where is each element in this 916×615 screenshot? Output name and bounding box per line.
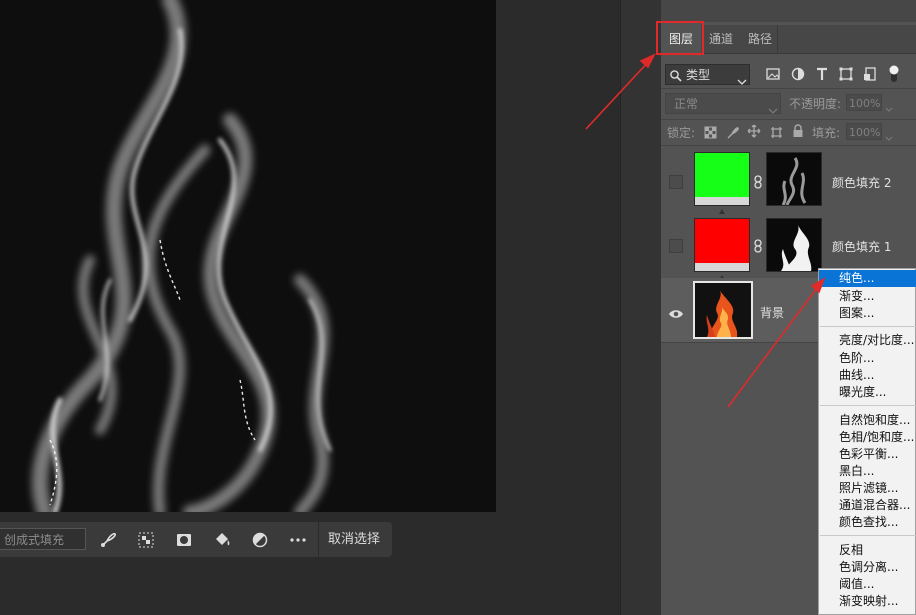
fill-label: 填充: [812,126,841,140]
search-icon [669,68,683,82]
pixel-layer-filter-icon[interactable] [765,66,781,82]
opacity-label: 不透明度: [789,97,842,111]
menu-item-color-balance[interactable]: 色彩平衡... [819,446,916,463]
menu-item-color-lookup[interactable]: 颜色查找... [819,514,916,531]
generative-fill-input[interactable]: 创成式填充 [0,528,86,550]
panel-dock-strip [620,0,662,615]
layer-name-color-fill-2[interactable]: 颜色填充 2 [832,174,891,191]
tab-channels[interactable]: 通道 [703,25,739,53]
lock-artboard-icon[interactable] [770,124,783,138]
visibility-toggle[interactable] [669,239,683,253]
tab-paths[interactable]: 路径 [742,25,778,53]
smart-object-filter-icon[interactable] [862,66,878,82]
filter-toggle-icon[interactable] [888,64,900,84]
lock-transparent-icon[interactable] [704,124,717,139]
adjustment-layer-filter-icon[interactable] [790,66,806,82]
brush-mask-icon[interactable] [98,530,118,550]
triangle-marker-icon [719,265,725,280]
tab-divider [777,25,778,53]
layer-background-thumbnail[interactable] [693,281,753,339]
menu-item-pattern[interactable]: 图案... [819,305,916,322]
menu-item-gradient-map[interactable]: 渐变映射... [819,593,916,610]
annotation-highlight-box [656,21,704,55]
adjustment-circle-icon[interactable] [250,530,270,550]
layer-mask-thumbnail[interactable] [766,152,822,206]
triangle-marker-icon [719,199,725,214]
taskbar-divider [318,522,319,557]
menu-item-curves[interactable]: 曲线... [819,367,916,384]
menu-separator [820,326,916,327]
panel-header-bar [661,0,916,22]
shape-layer-filter-icon[interactable] [838,66,854,82]
chevron-down-icon [737,71,747,85]
eye-icon[interactable] [668,305,684,318]
document-canvas[interactable] [0,0,496,512]
menu-item-gradient[interactable]: 渐变... [819,288,916,305]
divider [661,119,916,120]
menu-item-solid-color[interactable]: 纯色... [819,270,916,287]
menu-item-channel-mixer[interactable]: 通道混合器... [819,497,916,514]
smoke-flame-image [0,0,496,512]
fill-chevron-icon[interactable] [885,127,893,141]
menu-item-invert[interactable]: 反相 [819,542,916,559]
lock-position-icon[interactable] [747,123,761,138]
menu-item-vibrance[interactable]: 自然饱和度... [819,412,916,429]
opacity-input[interactable]: 100% [846,94,882,111]
mask-icon[interactable] [174,530,194,550]
link-chain-icon[interactable] [753,238,763,253]
divider [661,145,916,146]
menu-item-brightness-contrast[interactable]: 亮度/对比度... [819,332,916,349]
type-layer-filter-icon[interactable] [814,66,830,82]
paint-bucket-icon[interactable] [212,530,232,550]
menu-item-hue-saturation[interactable]: 色相/饱和度... [819,429,916,446]
menu-separator [820,405,916,406]
menu-separator [820,535,916,536]
layer-mask-thumbnail[interactable] [766,218,822,272]
visibility-toggle[interactable] [669,175,683,189]
divider [661,88,916,89]
menu-item-photo-filter[interactable]: 照片滤镜... [819,480,916,497]
menu-item-levels[interactable]: 色阶... [819,350,916,367]
link-chain-icon[interactable] [753,174,763,189]
lock-pixels-icon[interactable] [726,124,739,139]
blend-mode-select[interactable]: 正常 [665,93,781,114]
lock-all-icon[interactable] [792,123,804,137]
more-options-icon[interactable] [288,530,308,550]
fill-input[interactable]: 100% [846,123,882,140]
menu-item-posterize[interactable]: 色调分离... [819,559,916,576]
menu-item-threshold[interactable]: 阈值... [819,576,916,593]
menu-item-black-white[interactable]: 黑白... [819,463,916,480]
opacity-chevron-icon[interactable] [885,98,893,112]
deselect-button[interactable]: 取消选择 [328,522,380,557]
lock-label: 锁定: [667,126,696,140]
checker-select-icon[interactable] [136,530,156,550]
layer-name-color-fill-1[interactable]: 颜色填充 1 [832,238,891,255]
layer-name-background[interactable]: 背景 [760,304,784,321]
menu-item-exposure[interactable]: 曝光度... [819,384,916,401]
blend-chevron-icon [768,100,778,114]
